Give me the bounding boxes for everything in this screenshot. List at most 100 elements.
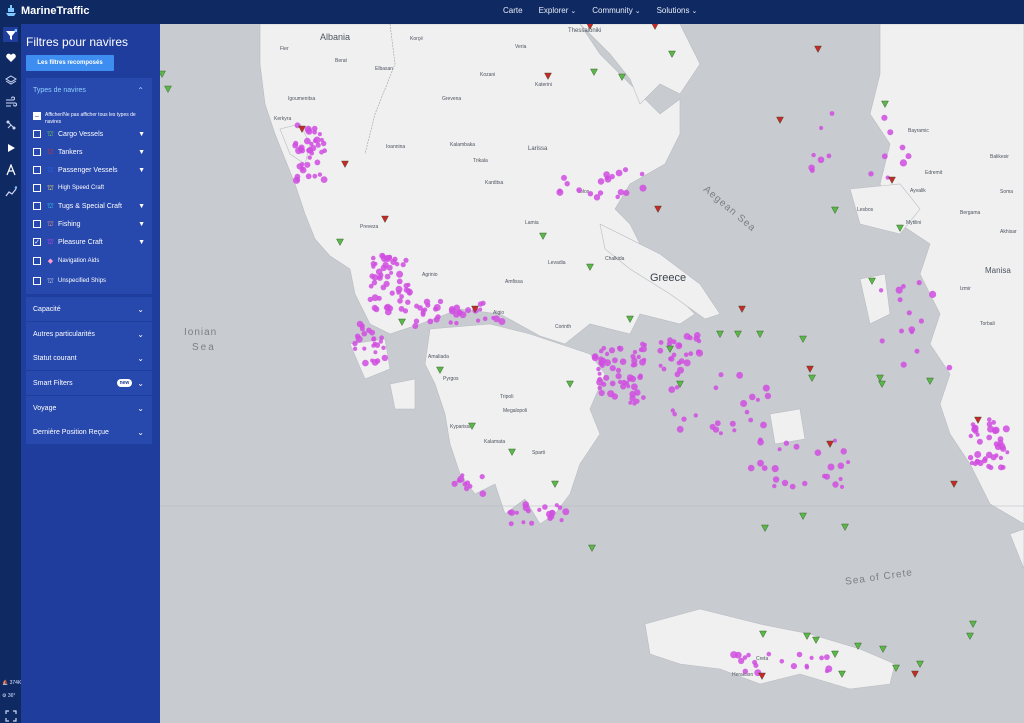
- pleasure-craft-marker[interactable]: [406, 288, 411, 294]
- pleasure-craft-marker[interactable]: [298, 144, 305, 151]
- pleasure-craft-marker[interactable]: [642, 357, 647, 362]
- pleasure-craft-marker[interactable]: [456, 309, 463, 316]
- pleasure-craft-marker[interactable]: [712, 426, 720, 433]
- pleasure-craft-marker[interactable]: [992, 426, 1000, 434]
- tanker-marker[interactable]: [651, 24, 659, 30]
- pleasure-craft-marker[interactable]: [454, 320, 459, 326]
- pleasure-craft-marker[interactable]: [761, 465, 768, 471]
- pleasure-craft-marker[interactable]: [742, 655, 748, 660]
- pleasure-craft-marker[interactable]: [627, 377, 632, 382]
- pleasure-craft-marker[interactable]: [295, 177, 300, 183]
- type-row-tankers[interactable]: ⛫ Tankers ▼: [33, 146, 145, 158]
- pleasure-craft-marker[interactable]: [809, 168, 815, 173]
- pleasure-craft-marker[interactable]: [632, 349, 638, 355]
- pleasure-craft-marker[interactable]: [559, 518, 564, 523]
- pleasure-craft-marker[interactable]: [641, 395, 646, 400]
- pleasure-craft-marker[interactable]: [972, 424, 979, 432]
- pleasure-craft-marker[interactable]: [593, 194, 601, 201]
- pleasure-craft-marker[interactable]: [718, 372, 724, 378]
- pleasure-craft-marker[interactable]: [378, 339, 383, 344]
- pleasure-craft-marker[interactable]: [986, 463, 992, 469]
- pleasure-craft-marker[interactable]: [521, 520, 526, 525]
- pleasure-craft-marker[interactable]: [817, 156, 825, 164]
- pleasure-craft-marker[interactable]: [976, 438, 983, 445]
- toggle-all-types[interactable]: – Afficher/Ne pas afficher tous les type…: [33, 112, 143, 126]
- pleasure-craft-marker[interactable]: [390, 258, 397, 265]
- pleasure-craft-marker[interactable]: [683, 352, 689, 358]
- pleasure-craft-marker[interactable]: [657, 347, 664, 354]
- pleasure-craft-marker[interactable]: [998, 455, 1004, 461]
- cargo-vessel-marker[interactable]: [551, 480, 559, 488]
- cargo-vessel-marker[interactable]: [879, 645, 887, 653]
- cargo-vessel-marker[interactable]: [799, 512, 807, 520]
- pleasure-craft-marker[interactable]: [826, 153, 832, 159]
- pleasure-craft-marker[interactable]: [317, 132, 322, 137]
- pleasure-craft-marker[interactable]: [406, 282, 411, 287]
- pleasure-craft-marker[interactable]: [508, 521, 514, 527]
- pleasure-craft-marker[interactable]: [846, 460, 851, 465]
- pleasure-craft-marker[interactable]: [554, 503, 559, 508]
- cargo-vessel-marker[interactable]: [468, 422, 476, 430]
- pleasure-craft-marker[interactable]: [748, 417, 754, 423]
- recommended-filters-button[interactable]: Les filtres recomposés: [26, 55, 114, 71]
- tanker-marker[interactable]: [776, 116, 784, 124]
- cargo-vessel-marker[interactable]: [160, 70, 166, 78]
- section-capacity[interactable]: Capacité ⌄: [26, 297, 152, 321]
- pleasure-craft-marker[interactable]: [396, 270, 404, 278]
- cargo-vessel-marker[interactable]: [761, 524, 769, 532]
- pleasure-craft-marker[interactable]: [522, 501, 529, 508]
- pleasure-craft-marker[interactable]: [615, 373, 622, 380]
- pleasure-craft-marker[interactable]: [637, 374, 643, 381]
- checkbox[interactable]: [33, 257, 41, 265]
- pleasure-craft-marker[interactable]: [403, 257, 409, 263]
- pleasure-craft-marker[interactable]: [909, 329, 914, 335]
- checkbox[interactable]: [33, 166, 41, 174]
- cargo-vessel-marker[interactable]: [854, 642, 862, 650]
- pleasure-craft-marker[interactable]: [603, 374, 610, 381]
- pleasure-craft-marker[interactable]: [381, 354, 388, 362]
- pleasure-craft-marker[interactable]: [881, 114, 888, 121]
- pleasure-craft-marker[interactable]: [906, 310, 912, 316]
- pleasure-craft-marker[interactable]: [802, 480, 808, 487]
- cargo-vessel-marker[interactable]: [588, 544, 596, 552]
- pleasure-craft-marker[interactable]: [987, 417, 992, 422]
- pleasure-craft-marker[interactable]: [372, 341, 377, 346]
- pleasure-craft-marker[interactable]: [362, 346, 367, 351]
- pleasure-craft-marker[interactable]: [772, 476, 780, 483]
- pleasure-craft-marker[interactable]: [833, 438, 837, 443]
- favorites-button[interactable]: [3, 50, 18, 65]
- pleasure-craft-marker[interactable]: [981, 457, 988, 464]
- filter-tool-button[interactable]: [3, 27, 18, 42]
- pleasure-craft-marker[interactable]: [639, 184, 647, 192]
- pleasure-craft-marker[interactable]: [622, 167, 629, 173]
- pleasure-craft-marker[interactable]: [878, 288, 884, 293]
- measure-button[interactable]: [3, 117, 18, 132]
- pleasure-craft-marker[interactable]: [840, 448, 847, 455]
- tanker-marker[interactable]: [888, 176, 896, 184]
- type-row-pleasure[interactable]: ✓ ⛫ Pleasure Craft ▼: [33, 236, 145, 248]
- pleasure-craft-marker[interactable]: [887, 129, 894, 136]
- pleasure-craft-marker[interactable]: [378, 272, 384, 278]
- vessel-types-header[interactable]: Types de navires ⌃: [26, 78, 152, 102]
- tanker-marker[interactable]: [758, 672, 766, 680]
- pleasure-craft-marker[interactable]: [901, 284, 906, 289]
- tanker-marker[interactable]: [381, 215, 389, 223]
- pleasure-craft-marker[interactable]: [371, 255, 376, 261]
- pleasure-craft-marker[interactable]: [672, 411, 677, 417]
- pleasure-craft-marker[interactable]: [969, 460, 975, 466]
- pleasure-craft-marker[interactable]: [537, 507, 542, 512]
- pleasure-craft-marker[interactable]: [615, 169, 623, 177]
- routes-button[interactable]: [3, 162, 18, 177]
- pleasure-craft-marker[interactable]: [514, 510, 519, 515]
- pleasure-craft-marker[interactable]: [380, 284, 387, 291]
- pleasure-craft-marker[interactable]: [314, 159, 321, 166]
- type-row-passenger[interactable]: ⛫ Passenger Vessels ▼: [33, 164, 145, 176]
- pleasure-craft-marker[interactable]: [615, 367, 622, 373]
- pleasure-craft-marker[interactable]: [389, 270, 394, 275]
- pleasure-craft-marker[interactable]: [609, 173, 615, 180]
- caret-down-icon[interactable]: ▼: [138, 239, 145, 246]
- pleasure-craft-marker[interactable]: [688, 351, 694, 357]
- checkbox[interactable]: [33, 148, 41, 156]
- app-logo[interactable]: MarineTraffic: [4, 4, 89, 18]
- pleasure-craft-marker[interactable]: [929, 290, 937, 298]
